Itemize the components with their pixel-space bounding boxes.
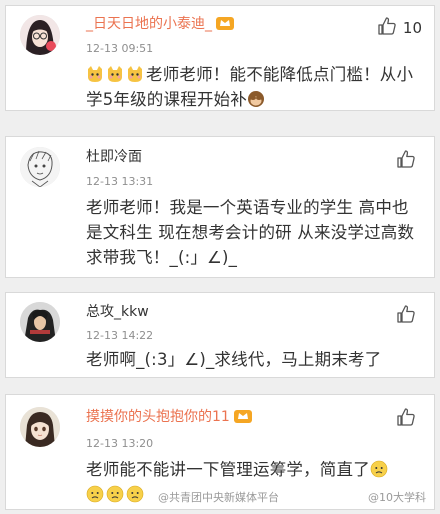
comment-author-name[interactable]: _日天日地的小泰迪_: [86, 16, 212, 32]
thumbs-up-icon: [396, 407, 416, 431]
comment-author[interactable]: 总攻_kkw: [86, 303, 149, 321]
thumbs-up-icon: [396, 149, 416, 173]
like-button[interactable]: [396, 304, 422, 328]
sad-face-emoji: [370, 460, 388, 478]
like-button[interactable]: [396, 407, 422, 431]
watermark-left: @共青团中央新媒体平台: [158, 491, 279, 504]
sad-face-emoji: [126, 485, 144, 503]
comment-author-name[interactable]: 总攻_kkw: [86, 304, 149, 320]
member-crown-icon: [216, 15, 234, 36]
comment-time: 12-13 13:20: [86, 437, 154, 450]
avatar[interactable]: [20, 147, 60, 187]
monkey-emoji: [247, 90, 265, 108]
comment-author[interactable]: _日天日地的小泰迪_: [86, 15, 234, 36]
sad-face-emoji: [106, 485, 124, 503]
comment-author-name[interactable]: 杜即冷面: [86, 149, 142, 165]
member-crown-icon: [233, 408, 252, 429]
like-button[interactable]: 10: [377, 16, 422, 40]
comment-author[interactable]: 杜即冷面: [86, 148, 142, 166]
thumbs-up-icon: [396, 304, 416, 328]
comment-card: 摸摸你的头抱抱你的11 12-13 13:20 老师能不能讲一下管理运筹学，简直…: [5, 394, 435, 510]
cat-emoji: [106, 65, 124, 83]
cat-emoji: [86, 65, 104, 83]
comment-card: _日天日地的小泰迪_ 12-13 09:51 10 老师老师！能不能降低点门槛！…: [5, 5, 435, 111]
comment-time: 12-13 09:51: [86, 42, 154, 55]
comment-text: 老师老师！能不能降低点门槛！从小学5年级的课程开始补: [86, 62, 424, 112]
comment-author-name[interactable]: 摸摸你的头抱抱你的11: [86, 409, 230, 425]
cat-emoji: [126, 65, 144, 83]
comment-card: 总攻_kkw 12-13 14:22 老师啊_(:3」∠)_求线代，马上期末考了: [5, 292, 435, 378]
sad-face-emoji: [86, 485, 104, 503]
avatar[interactable]: [20, 407, 60, 447]
like-button[interactable]: [396, 149, 422, 173]
like-count: 10: [402, 19, 422, 37]
avatar[interactable]: [20, 302, 60, 342]
comment-text: 老师啊_(:3」∠)_求线代，马上期末考了: [86, 350, 382, 369]
avatar[interactable]: [20, 15, 60, 55]
comment-time: 12-13 14:22: [86, 329, 154, 342]
comment-card: 杜即冷面 12-13 13:31 老师老师！我是一个英语专业的学生 高中也是文科…: [5, 136, 435, 278]
comment-text: 老师老师！我是一个英语专业的学生 高中也是文科生 现在想考会计的研 从来没学过高…: [86, 198, 415, 267]
comment-author[interactable]: 摸摸你的头抱抱你的11: [86, 408, 252, 429]
comment-time: 12-13 13:31: [86, 175, 154, 188]
comment-text-body: 老师能不能讲一下管理运筹学，简直了: [86, 460, 370, 479]
watermark-right: @10大学科: [368, 491, 426, 504]
thumbs-up-icon: [377, 16, 397, 40]
